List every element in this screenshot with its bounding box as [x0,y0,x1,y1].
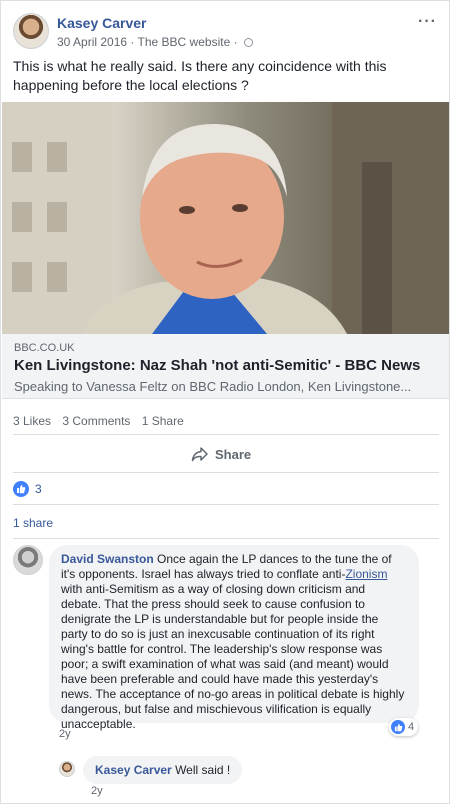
globe-icon [243,38,253,47]
reply-avatar[interactable] [59,761,75,777]
reply-author[interactable]: Kasey Carver [95,763,172,777]
reply-text: Well said ! [171,763,231,777]
link-title[interactable]: Ken Livingstone: Naz Shah 'not anti-Semi… [14,357,420,374]
divider [13,434,439,435]
comment-text-continued: with anti-Semitism as a way of closing d… [61,582,405,731]
comment-timestamp[interactable]: 2y [59,728,71,740]
link-preview[interactable]: BBC.CO.UK Ken Livingstone: Naz Shah 'not… [2,334,449,399]
portrait-photo [2,102,449,334]
post-text: This is what he really said. Is there an… [13,58,387,93]
reaction-count: 3 [35,482,42,496]
more-options-icon[interactable]: ··· [418,13,437,31]
link-description: Speaking to Vanessa Feltz on BBC Radio L… [14,379,412,394]
divider [13,472,439,473]
post-stats: 3 Likes 3 Comments 1 Share [13,414,192,428]
reply-timestamp[interactable]: 2y [91,785,103,797]
link-domain: BBC.CO.UK [14,342,75,354]
share-button[interactable]: Share [191,444,251,464]
reply-bubble: Kasey Carver Well said ! [83,756,243,784]
facebook-post-card: Kasey Carver 30 April 2016 · The BBC web… [0,0,450,804]
divider [13,504,439,505]
like-icon [391,720,405,734]
reaction-summary[interactable]: 3 [13,481,42,497]
author-avatar[interactable] [13,13,49,49]
post-meta: 30 April 2016 · The BBC website · [57,35,253,49]
divider [13,538,439,539]
link-preview-image[interactable] [2,102,449,334]
comment-bubble: David Swanston Once again the LP dances … [49,545,419,731]
commenter-avatar[interactable] [13,545,43,575]
share-icon [191,447,208,462]
comment-author[interactable]: David Swanston [61,552,154,566]
comments-count[interactable]: 3 Comments [62,414,130,428]
likes-count[interactable]: 3 Likes [13,414,51,428]
share-label: Share [215,446,252,462]
post-author-name[interactable]: Kasey Carver [57,15,147,31]
shares-link[interactable]: 1 share [13,516,53,530]
post-header: Kasey Carver 30 April 2016 · The BBC web… [13,13,439,53]
hashtag-link[interactable]: Zionism [345,567,387,581]
post-date[interactable]: 30 April 2016 [57,35,127,49]
like-icon [13,481,29,497]
post-source[interactable]: The BBC website [138,35,231,49]
comment-reaction-count: 4 [408,721,415,733]
shares-count[interactable]: 1 Share [142,414,184,428]
comment-reactions[interactable]: 4 [389,718,419,736]
